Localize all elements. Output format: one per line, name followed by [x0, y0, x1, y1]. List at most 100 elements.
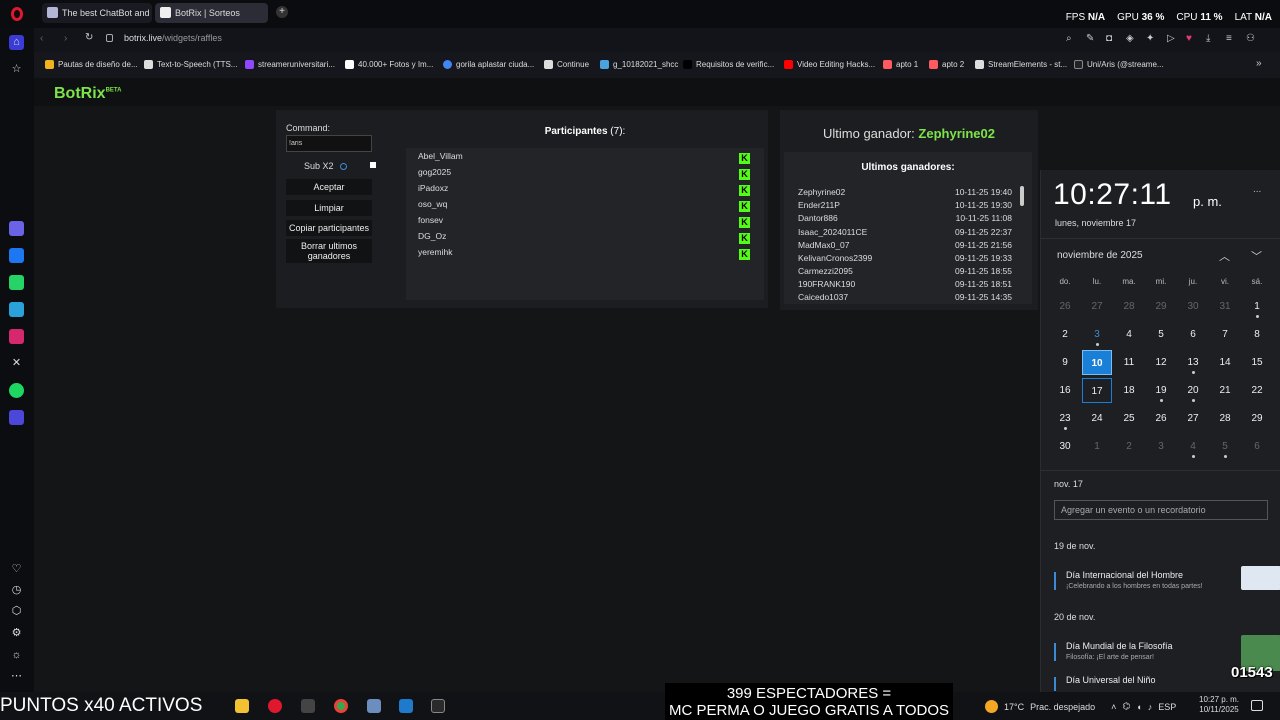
search-icon[interactable]: ⌕	[1066, 33, 1072, 44]
play-icon[interactable]: ▷	[1167, 33, 1175, 44]
calendar-day[interactable]: 14	[1210, 350, 1240, 375]
download-icon[interactable]: ⤓	[1206, 33, 1210, 44]
calendar-day[interactable]: 1	[1242, 294, 1272, 319]
speaker-icon[interactable]: ♪	[1148, 702, 1153, 712]
calendar-day[interactable]: 6	[1178, 322, 1208, 347]
aria-icon[interactable]	[9, 221, 24, 236]
bookmark-item[interactable]: gorila aplastar ciuda...	[443, 60, 534, 69]
heart-icon[interactable]: ♡	[9, 562, 24, 577]
calendar-day[interactable]: 2	[1114, 434, 1144, 459]
messenger-icon[interactable]	[9, 248, 24, 263]
temperature[interactable]: 17°C	[1004, 702, 1024, 712]
edit-icon[interactable]: ✎	[1086, 33, 1094, 44]
heart-fav-icon[interactable]: ♥	[1186, 33, 1192, 44]
bookmark-item[interactable]: StreamElements - st...	[975, 60, 1067, 69]
winners-list[interactable]: Ultimos ganadores: Zephyrine02 10-11-25 1…	[784, 152, 1032, 304]
calendar-day[interactable]: 29	[1242, 406, 1272, 431]
star-icon[interactable]: ☆	[9, 62, 24, 77]
calendar-day[interactable]: 6	[1242, 434, 1272, 459]
copy-participants-button[interactable]: Copiar participantes	[286, 220, 372, 236]
url-field[interactable]: botrix.live/widgets/raffles	[124, 33, 222, 43]
bookmark-item[interactable]: Text-to-Speech (TTS...	[144, 60, 237, 69]
bookmark-item[interactable]: Video Editing Hacks...	[784, 60, 875, 69]
calendar-day[interactable]: 19	[1146, 378, 1176, 403]
calendar-day[interactable]: 30	[1050, 434, 1080, 459]
chevron-down-icon[interactable]: ﹀	[1251, 248, 1262, 264]
chrome-icon[interactable]	[334, 699, 348, 713]
list-item[interactable]: oso_wq K	[418, 199, 750, 215]
list-item[interactable]: iPadoxz K	[418, 183, 750, 199]
back-icon[interactable]: ‹	[40, 33, 43, 44]
calendar-day[interactable]: 12	[1146, 350, 1176, 375]
file-explorer-icon[interactable]	[235, 699, 249, 713]
chevron-up-tray-icon[interactable]: ˄	[1111, 702, 1116, 712]
command-input[interactable]	[286, 135, 372, 152]
bookmark-item[interactable]: Continue	[544, 60, 589, 69]
calendar-day[interactable]: 17	[1082, 378, 1112, 403]
profile-icon[interactable]: ⚇	[1246, 33, 1255, 44]
chevron-up-icon[interactable]: ︿	[1219, 248, 1230, 264]
calendar-day[interactable]: 29	[1146, 294, 1176, 319]
bookmark-item[interactable]: streameruniversitari...	[245, 60, 335, 69]
tab-botrix[interactable]: BotRix | Sorteos	[155, 3, 268, 23]
calendar-day[interactable]: 22	[1242, 378, 1272, 403]
calendar-day[interactable]: 27	[1178, 406, 1208, 431]
calendar-day[interactable]: 3	[1082, 322, 1112, 347]
volume-icon[interactable]: ◖	[1136, 702, 1141, 712]
month-title[interactable]: noviembre de 2025	[1057, 250, 1143, 261]
home-icon[interactable]: ⌂	[9, 35, 24, 50]
extension-icon[interactable]: ✦	[1146, 33, 1154, 44]
list-item[interactable]: DG_Oz K	[418, 231, 750, 247]
event-item[interactable]: Día Internacional del Hombre ¡Celebrando…	[1054, 566, 1280, 600]
bookmarks-more-icon[interactable]: »	[1256, 58, 1262, 69]
info-icon[interactable]	[340, 163, 347, 170]
language-label[interactable]: ESP	[1158, 702, 1176, 712]
scrollbar-thumb[interactable]	[1020, 186, 1024, 206]
opera-icon[interactable]	[268, 699, 282, 713]
add-event-input[interactable]: Agregar un evento o un recordatorio	[1054, 500, 1268, 520]
bulb-icon[interactable]: ☼	[9, 648, 24, 663]
more-icon[interactable]: ⋯	[9, 669, 24, 684]
calendar-day[interactable]: 26	[1050, 294, 1080, 319]
calendar-day[interactable]: 28	[1210, 406, 1240, 431]
camera-icon[interactable]: ◘	[1106, 33, 1112, 44]
accept-button[interactable]: Aceptar	[286, 179, 372, 195]
list-item[interactable]: gog2025 K	[418, 167, 750, 183]
history-icon[interactable]: ◷	[9, 583, 24, 598]
calendar-day[interactable]: 2	[1050, 322, 1080, 347]
calendar-day[interactable]: 8	[1242, 322, 1272, 347]
weather-icon[interactable]	[985, 700, 998, 713]
sub-x2-checkbox[interactable]	[370, 162, 376, 168]
bookmark-item[interactable]: g_10182021_shcc	[600, 60, 678, 69]
botrix-logo[interactable]: BotRixBETA	[54, 85, 121, 103]
list-item[interactable]: fonsev K	[418, 215, 750, 231]
bookmark-item[interactable]: apto 1	[883, 60, 918, 69]
calendar-day[interactable]: 5	[1210, 434, 1240, 459]
shield-icon[interactable]: ◈	[1126, 33, 1134, 44]
list-item[interactable]: yeremihk K	[418, 247, 750, 263]
bookmark-item[interactable]: Uni/Aris (@streame...	[1074, 60, 1164, 69]
calendar-day[interactable]: 27	[1082, 294, 1112, 319]
calendar-day[interactable]: 21	[1210, 378, 1240, 403]
tab-chatbot[interactable]: The best ChatBot and Wi	[42, 3, 152, 23]
calendar-day[interactable]: 4	[1178, 434, 1208, 459]
calendar-day[interactable]: 11	[1114, 350, 1144, 375]
calendar-day[interactable]: 15	[1242, 350, 1272, 375]
bookmark-item[interactable]: apto 2	[929, 60, 964, 69]
opera-logo-icon[interactable]	[11, 7, 23, 21]
network-icon[interactable]: ⌬	[1122, 701, 1130, 712]
calendar-day[interactable]: 5	[1146, 322, 1176, 347]
calendar-day[interactable]: 7	[1210, 322, 1240, 347]
bookmark-item[interactable]: Requisitos de verific...	[683, 60, 774, 69]
calendar-day[interactable]: 13	[1178, 350, 1208, 375]
calendar-day[interactable]: 30	[1178, 294, 1208, 319]
calendar-day[interactable]: 28	[1114, 294, 1144, 319]
delete-winners-button[interactable]: Borrar ultimos ganadores	[286, 239, 372, 263]
menu-icon[interactable]: ≡	[1226, 33, 1232, 44]
calendar-day[interactable]: 1	[1082, 434, 1112, 459]
spotify-icon[interactable]	[9, 383, 24, 398]
calendar-day[interactable]: 9	[1050, 350, 1080, 375]
bookmark-item[interactable]: 40.000+ Fotos y Im...	[345, 60, 433, 69]
instagram-icon[interactable]	[9, 329, 24, 344]
vscode-icon[interactable]	[399, 699, 413, 713]
